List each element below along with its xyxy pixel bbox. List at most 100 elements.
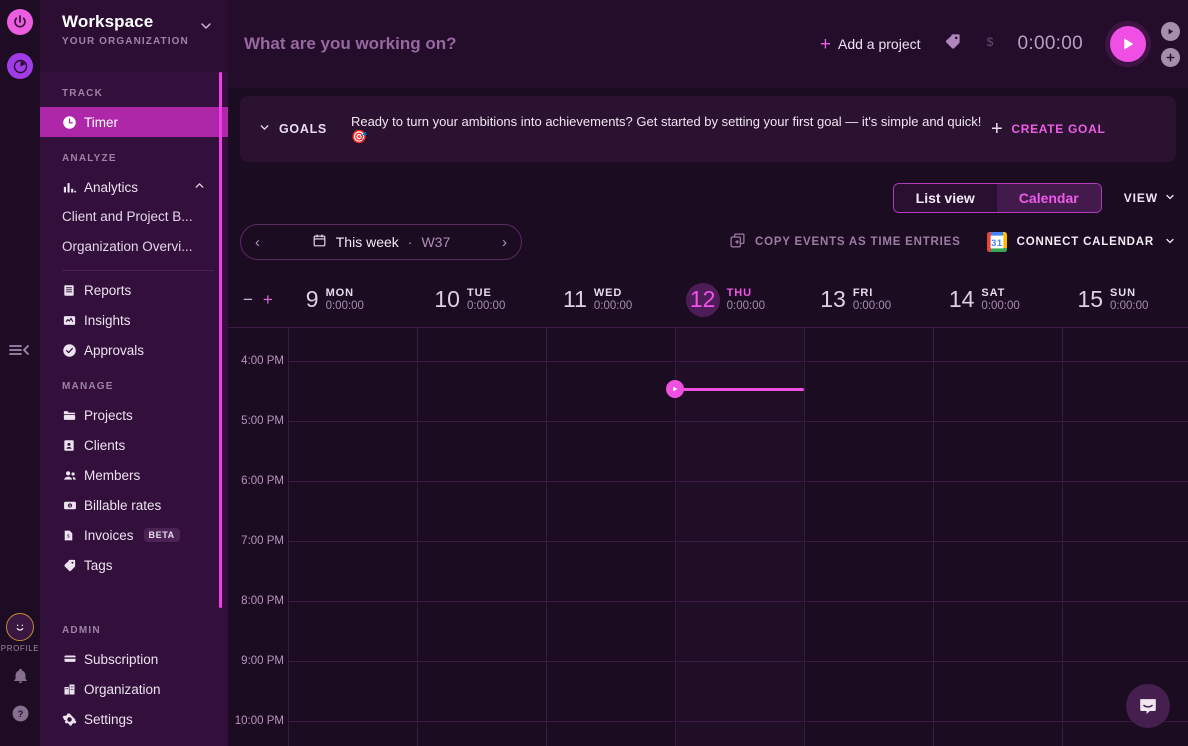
create-goal-button[interactable]: + CREATE GOAL (991, 118, 1106, 141)
sidebar-item-client-project-breakdown[interactable]: Client and Project B... (40, 202, 220, 232)
top-bar: + Add a project $ 0:00:00 (228, 0, 1188, 88)
clock-logo-icon[interactable] (7, 53, 33, 79)
zoom-in-button[interactable]: + (263, 290, 273, 310)
date-range-label: This week · W37 (312, 233, 450, 251)
help-icon[interactable]: ? (11, 704, 30, 728)
add-project-button[interactable]: + Add a project (820, 35, 921, 54)
tab-list-view[interactable]: List view (893, 184, 997, 212)
sidebar-item-organization-overview[interactable]: Organization Overvi... (40, 232, 220, 262)
sidebar-item-analytics[interactable]: Analytics (40, 172, 228, 202)
day-total: 0:00:00 (981, 299, 1020, 312)
profile-label: PROFILE (0, 644, 40, 653)
google-calendar-icon: 31 (986, 232, 1007, 252)
play-small-icon[interactable] (1161, 21, 1180, 41)
day-header-sat[interactable]: 14 SAT 0:00:00 (931, 286, 1060, 313)
sidebar-item-insights[interactable]: Insights (40, 305, 228, 335)
calendar-actions: COPY EVENTS AS TIME ENTRIES 31 CONNECT C… (729, 232, 1176, 252)
sidebar-scrollbar[interactable] (219, 72, 222, 608)
date-navigation-row: ‹ This week · W37 › COPY EVENTS AS TIME … (228, 216, 1188, 268)
calendar-grid-wrapper[interactable]: 4:00 PM 5:00 PM 6:00 PM 7:00 PM 8:00 PM … (228, 328, 1188, 746)
building-icon (62, 682, 84, 697)
view-options-menu[interactable]: VIEW (1124, 191, 1176, 206)
nav-section-analyze: ANALYZE (62, 153, 117, 164)
day-header-wed[interactable]: 11 WED 0:00:00 (545, 286, 674, 313)
sidebar-item-approvals[interactable]: Approvals (40, 335, 228, 365)
dollar-icon[interactable]: $ (982, 32, 998, 57)
card-icon (62, 652, 84, 666)
avatar-circle[interactable] (6, 613, 34, 641)
sidebar-item-timer[interactable]: Timer (40, 107, 228, 137)
avatar[interactable]: PROFILE (1, 613, 39, 653)
create-goal-label: CREATE GOAL (1011, 122, 1106, 136)
sidebar-item-tags[interactable]: Tags (40, 550, 228, 580)
sidebar-item-billable-rates[interactable]: $ Billable rates (40, 490, 228, 520)
day-header-sun[interactable]: 15 SUN 0:00:00 (1059, 286, 1188, 313)
sidebar-item-settings[interactable]: Settings (40, 704, 228, 734)
clock-icon (62, 115, 84, 130)
copy-events-button[interactable]: COPY EVENTS AS TIME ENTRIES (729, 232, 961, 252)
current-time-marker[interactable] (666, 380, 684, 398)
day-header-fri[interactable]: 13 FRI 0:00:00 (802, 286, 931, 313)
task-description-input[interactable] (244, 34, 764, 54)
sidebar-item-label: Reports (84, 282, 132, 298)
day-total: 0:00:00 (852, 299, 892, 312)
day-name: FRI (852, 286, 874, 299)
day-name: THU (726, 286, 752, 299)
people-icon (62, 468, 84, 483)
current-time-line (680, 388, 804, 391)
tag-icon[interactable] (943, 32, 962, 56)
goals-toggle[interactable]: GOALS (258, 121, 327, 137)
sidebar-item-label: Approvals (84, 342, 145, 358)
hour-label: 7:00 PM (241, 535, 284, 547)
chevron-down-icon (258, 121, 271, 137)
date-range-selector[interactable]: ‹ This week · W37 › (240, 224, 522, 260)
sidebar-item-subscription[interactable]: Subscription (40, 644, 228, 674)
day-total: 0:00:00 (466, 299, 506, 312)
grid-column-line (933, 328, 934, 746)
report-icon (62, 283, 84, 298)
sidebar-item-label: Tags (84, 557, 113, 573)
tab-calendar-view[interactable]: Calendar (996, 184, 1101, 212)
power-logo-icon[interactable] (7, 9, 33, 35)
insights-icon (62, 313, 84, 328)
day-header-mon[interactable]: 9 MON 0:00:00 (288, 286, 417, 313)
money-icon: $ (62, 498, 84, 513)
grid-column-line (804, 328, 805, 746)
grid-hour-line (288, 541, 1188, 542)
calendar-grid[interactable]: 4:00 PM 5:00 PM 6:00 PM 7:00 PM 8:00 PM … (228, 328, 1188, 746)
status-badge: BETA (143, 528, 180, 542)
connect-calendar-button[interactable]: 31 CONNECT CALENDAR (986, 232, 1176, 252)
chevron-right-icon[interactable]: › (502, 234, 507, 251)
sidebar-item-invoices[interactable]: $ Invoices BETA (40, 520, 228, 550)
day-number: 9 (305, 286, 319, 312)
svg-text:$: $ (986, 35, 993, 49)
sidebar-item-label: Insights (84, 312, 131, 328)
sidebar-item-projects[interactable]: Projects (40, 400, 228, 430)
day-header-thu[interactable]: 12 THU 0:00:00 (674, 282, 803, 317)
day-name: TUE (466, 286, 492, 299)
rail-bottom-group: PROFILE ? (0, 613, 40, 728)
sidebar-item-members[interactable]: Members (40, 460, 228, 490)
sidebar-item-clients[interactable]: Clients (40, 430, 228, 460)
workspace-header[interactable]: Workspace YOUR ORGANIZATION (40, 0, 228, 72)
chevron-down-icon[interactable] (198, 18, 214, 39)
messenger-icon[interactable] (1126, 684, 1170, 728)
collapse-sidebar-icon[interactable] (7, 340, 31, 360)
day-header-tue[interactable]: 10 TUE 0:00:00 (416, 286, 545, 313)
start-timer-button[interactable] (1105, 21, 1151, 67)
chevron-up-icon[interactable] (193, 179, 206, 195)
chevron-down-icon[interactable] (1164, 235, 1176, 250)
bell-icon[interactable] (12, 667, 29, 690)
plus-small-icon[interactable] (1161, 47, 1180, 67)
zoom-out-button[interactable]: − (243, 290, 253, 310)
topbar-actions: + Add a project $ 0:00:00 (820, 21, 1188, 67)
hour-label: 8:00 PM (241, 595, 284, 607)
day-name: SUN (1110, 286, 1136, 299)
chevron-left-icon[interactable]: ‹ (255, 234, 260, 251)
sidebar-item-organization[interactable]: Organization (40, 674, 228, 704)
folder-icon (62, 408, 84, 423)
sidebar-item-label: Settings (84, 711, 133, 727)
day-number: 13 (820, 286, 846, 312)
sidebar-item-reports[interactable]: Reports (40, 275, 228, 305)
svg-text:?: ? (17, 709, 23, 720)
